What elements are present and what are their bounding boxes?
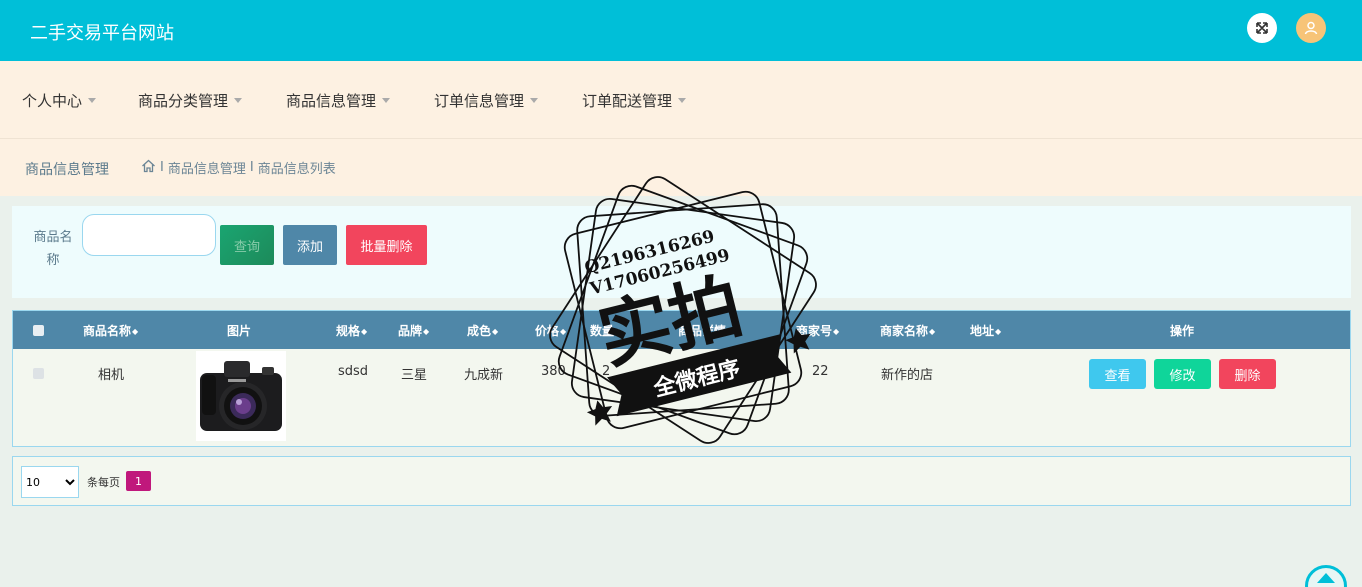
column-header-address[interactable]: 地址◆ (970, 322, 1001, 339)
caret-down-icon (382, 98, 391, 103)
column-header-name[interactable]: 商品名称◆ (83, 322, 138, 339)
pagination: 10 条每页 1 (12, 456, 1351, 506)
column-header-condition[interactable]: 成色◆ (467, 322, 498, 339)
sort-icon: ◆ (929, 327, 936, 336)
breadcrumb: I 商品信息管理 I 商品信息列表 (141, 158, 336, 177)
column-header-image: 图片 (227, 324, 252, 338)
sort-icon: ◆ (615, 327, 622, 336)
sort-icon: ◆ (560, 327, 567, 336)
caret-down-icon (678, 98, 687, 103)
camera-photo-icon (196, 351, 286, 441)
sort-icon: ◆ (727, 327, 734, 336)
cell-price: 380 (541, 364, 566, 379)
column-header-qty[interactable]: 数量◆ (590, 322, 621, 339)
add-button[interactable]: 添加 (283, 225, 337, 265)
sort-icon: ◆ (132, 327, 139, 336)
caret-down-icon (530, 98, 539, 103)
breadcrumb-item: 商品信息列表 (257, 162, 336, 177)
breadcrumb-item[interactable]: 商品信息管理 (168, 158, 246, 177)
cell-condition: 九成新 (464, 368, 504, 383)
product-name-input[interactable] (82, 214, 216, 256)
column-header-merchant-no[interactable]: 商家号◆ (796, 322, 839, 339)
nav-item-delivery[interactable]: 订单配送管理 (582, 90, 687, 111)
nav-label: 商品信息管理 (286, 92, 377, 110)
sort-icon: ◆ (995, 327, 1002, 336)
nav-label: 订单信息管理 (434, 92, 525, 110)
delete-button[interactable]: 删除 (1219, 359, 1276, 389)
caret-down-icon (234, 98, 243, 103)
column-header-actions: 操作 (1170, 324, 1195, 338)
cell-merchant-no: 22 (812, 364, 829, 379)
page-title: 商品信息管理 (25, 162, 109, 178)
cell-spec: sdsd (338, 364, 369, 379)
caret-down-icon (88, 98, 97, 103)
nav-item-category[interactable]: 商品分类管理 (138, 90, 243, 111)
query-button[interactable]: 查询 (220, 225, 274, 265)
column-header-price[interactable]: 价格◆ (535, 322, 566, 339)
cell-name: 相机 (98, 368, 125, 383)
top-header: 二手交易平台网站 (0, 0, 1362, 61)
batch-delete-button[interactable]: 批量删除 (346, 225, 427, 265)
search-panel: 商品名称 查询 添加 批量删除 (12, 206, 1351, 298)
home-icon[interactable] (141, 159, 156, 177)
nav-label: 订单配送管理 (582, 92, 673, 110)
nav-item-product[interactable]: 商品信息管理 (286, 90, 391, 111)
product-image (196, 351, 286, 441)
column-header-detail[interactable]: 商品详情◆ (678, 322, 733, 339)
cell-qty: 2 (602, 364, 611, 379)
breadcrumb-bar: 商品信息管理 I 商品信息管理 I 商品信息列表 (0, 139, 1362, 196)
edit-button[interactable]: 修改 (1154, 359, 1211, 389)
table-header: 商品名称◆ 图片 规格◆ 品牌◆ 成色◆ 价格◆ 数量◆ 商品详情◆ 商家号◆ … (13, 311, 1350, 349)
select-all-checkbox[interactable] (33, 325, 44, 336)
fullscreen-icon[interactable] (1247, 13, 1277, 43)
page-button-current[interactable]: 1 (126, 471, 151, 491)
sort-icon: ◆ (361, 327, 368, 336)
nav-label: 商品分类管理 (138, 92, 229, 110)
page-size-select[interactable]: 10 (21, 466, 79, 498)
breadcrumb-separator: I (249, 160, 254, 175)
cell-merchant-name: 新作的店 (881, 368, 934, 383)
sort-icon: ◆ (492, 327, 499, 336)
main-nav: 个人中心 商品分类管理 商品信息管理 订单信息管理 订单配送管理 (0, 61, 1362, 139)
per-page-label: 条每页 (87, 476, 120, 489)
sort-icon: ◆ (833, 327, 840, 336)
column-header-brand[interactable]: 品牌◆ (398, 322, 429, 339)
column-header-spec[interactable]: 规格◆ (336, 322, 367, 339)
nav-item-personal[interactable]: 个人中心 (22, 90, 97, 111)
sort-icon: ◆ (423, 327, 430, 336)
user-avatar-icon[interactable] (1296, 13, 1326, 43)
nav-item-order[interactable]: 订单信息管理 (434, 90, 539, 111)
nav-label: 个人中心 (22, 92, 83, 110)
arrow-up-icon (1317, 573, 1335, 583)
column-header-merchant-name[interactable]: 商家名称◆ (880, 322, 935, 339)
row-checkbox[interactable] (33, 368, 44, 379)
breadcrumb-separator: I (160, 160, 164, 175)
product-table: 商品名称◆ 图片 规格◆ 品牌◆ 成色◆ 价格◆ 数量◆ 商品详情◆ 商家号◆ … (12, 310, 1351, 447)
search-label: 商品名称 (33, 230, 73, 268)
view-button[interactable]: 查看 (1089, 359, 1146, 389)
site-title: 二手交易平台网站 (30, 23, 174, 44)
back-to-top-button[interactable] (1305, 565, 1347, 587)
cell-brand: 三星 (401, 368, 428, 383)
